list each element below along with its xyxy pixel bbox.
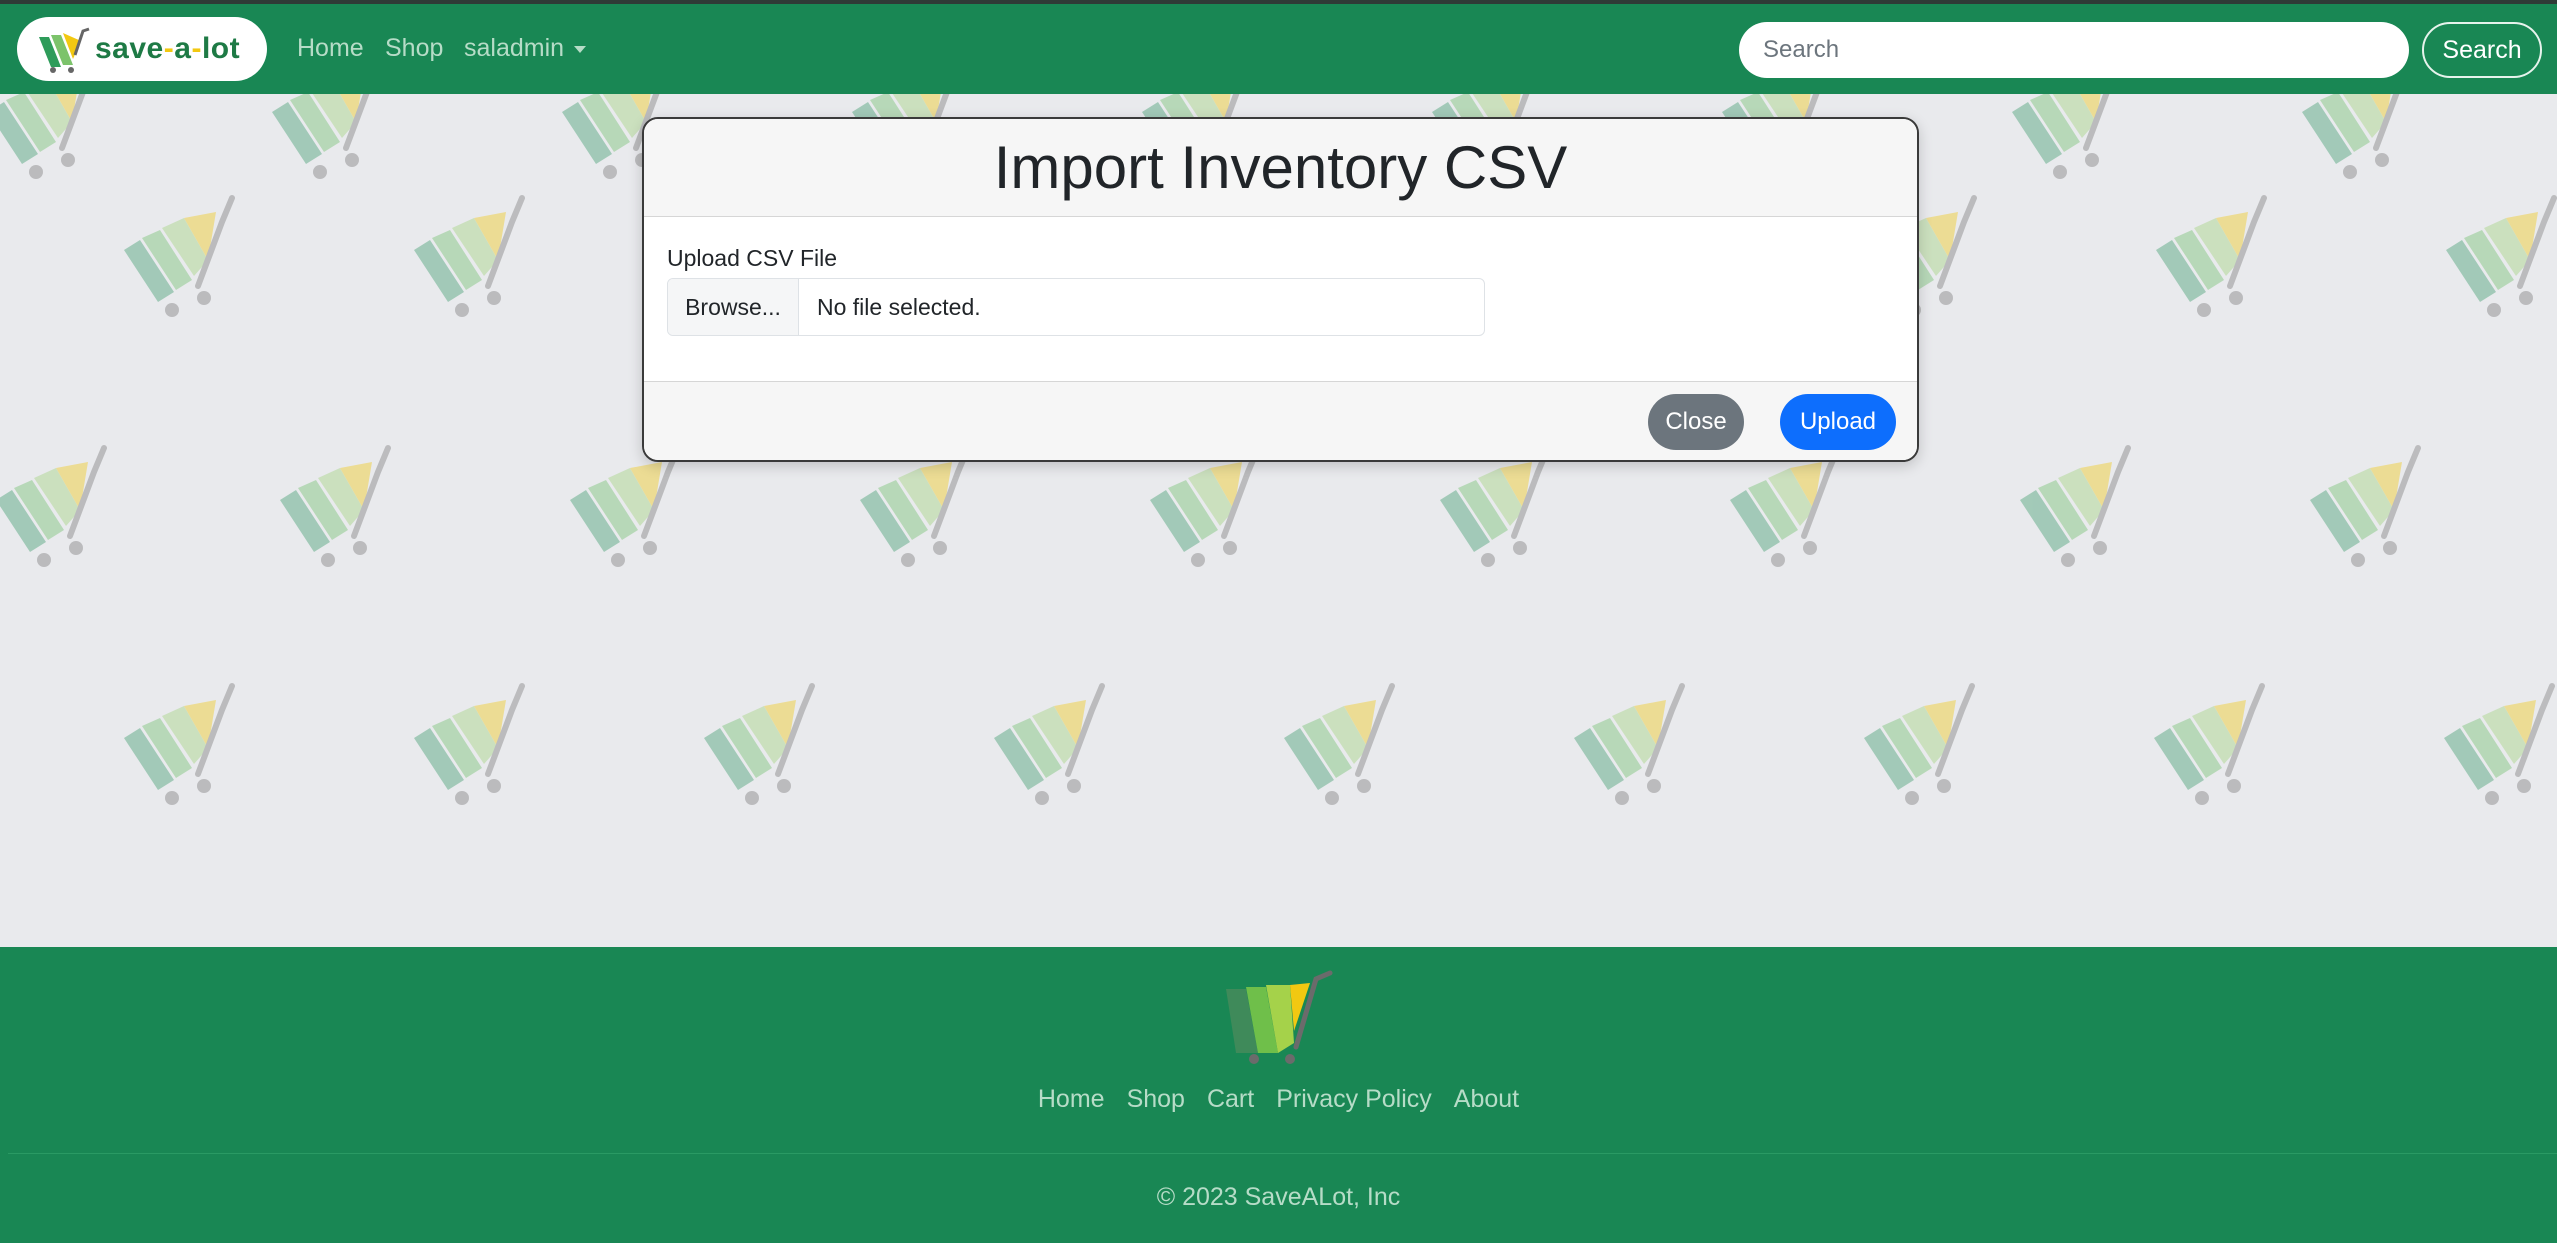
nav-user-dropdown[interactable]: saladmin	[464, 34, 587, 63]
modal-title: Import Inventory CSV	[993, 134, 1568, 201]
nav-shop-link[interactable]: Shop	[385, 34, 443, 63]
footer-home-link[interactable]: Home	[1038, 1085, 1105, 1114]
footer: Home Shop Cart Privacy Policy About © 20…	[0, 947, 2557, 1243]
nav-home-link[interactable]: Home	[297, 34, 364, 63]
navbar: save-a-lot Home Shop saladmin Search	[0, 4, 2557, 94]
footer-about-link[interactable]: About	[1454, 1085, 1519, 1114]
modal-footer: Close Upload	[644, 381, 1917, 460]
modal-header: Import Inventory CSV	[644, 119, 1917, 217]
browse-button[interactable]: Browse...	[668, 279, 799, 335]
shopping-cart-icon	[39, 27, 90, 73]
shopping-cart-icon	[1226, 970, 1333, 1064]
brand-name: save-a-lot	[95, 32, 241, 65]
footer-privacy-link[interactable]: Privacy Policy	[1276, 1085, 1432, 1114]
file-input[interactable]: Browse... No file selected.	[667, 278, 1485, 336]
close-button[interactable]: Close	[1648, 394, 1744, 450]
upload-button[interactable]: Upload	[1780, 394, 1896, 450]
footer-shop-link[interactable]: Shop	[1127, 1085, 1185, 1114]
file-upload-label: Upload CSV File	[667, 245, 838, 271]
footer-divider	[8, 1153, 2557, 1154]
caret-down-icon	[574, 45, 587, 53]
search-input[interactable]	[1739, 22, 2409, 78]
file-status-text: No file selected.	[817, 293, 981, 320]
footer-cart-link[interactable]: Cart	[1207, 1085, 1254, 1114]
footer-links: Home Shop Cart Privacy Policy About	[0, 1085, 2557, 1114]
import-inventory-modal: Import Inventory CSV Upload CSV File Bro…	[642, 117, 1919, 462]
brand-logo[interactable]: save-a-lot	[17, 17, 267, 81]
copyright-text: © 2023 SaveALot, Inc	[1156, 1183, 1401, 1211]
search-button[interactable]: Search	[2422, 22, 2542, 78]
user-name: saladmin	[464, 34, 565, 62]
